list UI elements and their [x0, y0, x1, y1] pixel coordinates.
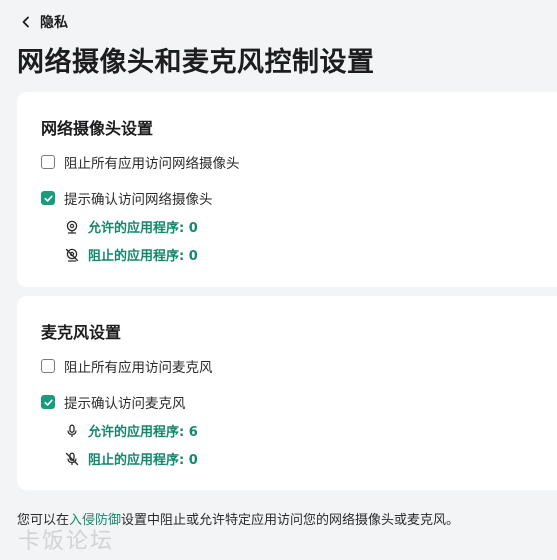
- webcam-prompt-option[interactable]: 提示确认访问网络摄像头: [41, 188, 213, 208]
- microphone-prompt-option[interactable]: 提示确认访问麦克风: [41, 392, 186, 412]
- microphone-section-title: 麦克风设置: [41, 323, 122, 342]
- webcam-prompt-label: 提示确认访问网络摄像头: [64, 192, 213, 208]
- webcam-block-all-checkbox[interactable]: [41, 155, 55, 169]
- webcam-block-all-option[interactable]: 阻止所有应用访问网络摄像头: [41, 152, 240, 172]
- page-title: 网络摄像头和麦克风控制设置: [17, 47, 375, 78]
- webcam-section-title: 网络摄像头设置: [41, 119, 154, 138]
- checkmark-icon: [43, 194, 53, 202]
- webcam-blocked-apps-link[interactable]: 阻止的应用程序: 0: [65, 245, 198, 264]
- microphone-prompt-label: 提示确认访问麦克风: [64, 396, 186, 412]
- back-button[interactable]: 隐私: [20, 12, 68, 32]
- webcam-icon: [65, 220, 79, 234]
- back-label: 隐私: [40, 15, 68, 31]
- watermark: 卡饭论坛: [18, 529, 115, 554]
- microphone-blocked-apps-label: 阻止的应用程序: 0: [88, 453, 198, 468]
- microphone-prompt-checkbox[interactable]: [41, 395, 55, 409]
- microphone-allowed-apps-label: 允许的应用程序: 6: [88, 425, 198, 440]
- checkmark-icon: [43, 398, 53, 406]
- webcam-allowed-apps-label: 允许的应用程序: 0: [88, 221, 198, 236]
- webcam-prompt-checkbox[interactable]: [41, 191, 55, 205]
- microphone-blocked-apps-link[interactable]: 阻止的应用程序: 0: [65, 449, 198, 468]
- webcam-blocked-apps-label: 阻止的应用程序: 0: [88, 249, 198, 264]
- chevron-left-icon: [22, 16, 29, 28]
- webcam-settings-card: 网络摄像头设置 阻止所有应用访问网络摄像头 提示确认访问网络摄像头 允许的应用程…: [17, 92, 557, 287]
- microphone-off-icon: [65, 452, 79, 466]
- webcam-block-all-label: 阻止所有应用访问网络摄像头: [64, 156, 240, 172]
- footer-text-after: 设置中阻止或允许特定应用访问您的网络摄像头或麦克风。: [121, 513, 460, 528]
- microphone-block-all-checkbox[interactable]: [41, 359, 55, 373]
- microphone-icon: [65, 424, 79, 438]
- webcam-off-icon: [65, 248, 79, 262]
- microphone-block-all-label: 阻止所有应用访问麦克风: [64, 360, 213, 376]
- microphone-settings-card: 麦克风设置 阻止所有应用访问麦克风 提示确认访问麦克风 允许的应用程序: 6 阻…: [17, 296, 557, 490]
- webcam-allowed-apps-link[interactable]: 允许的应用程序: 0: [65, 217, 198, 236]
- microphone-allowed-apps-link[interactable]: 允许的应用程序: 6: [65, 421, 198, 440]
- microphone-block-all-option[interactable]: 阻止所有应用访问麦克风: [41, 356, 213, 376]
